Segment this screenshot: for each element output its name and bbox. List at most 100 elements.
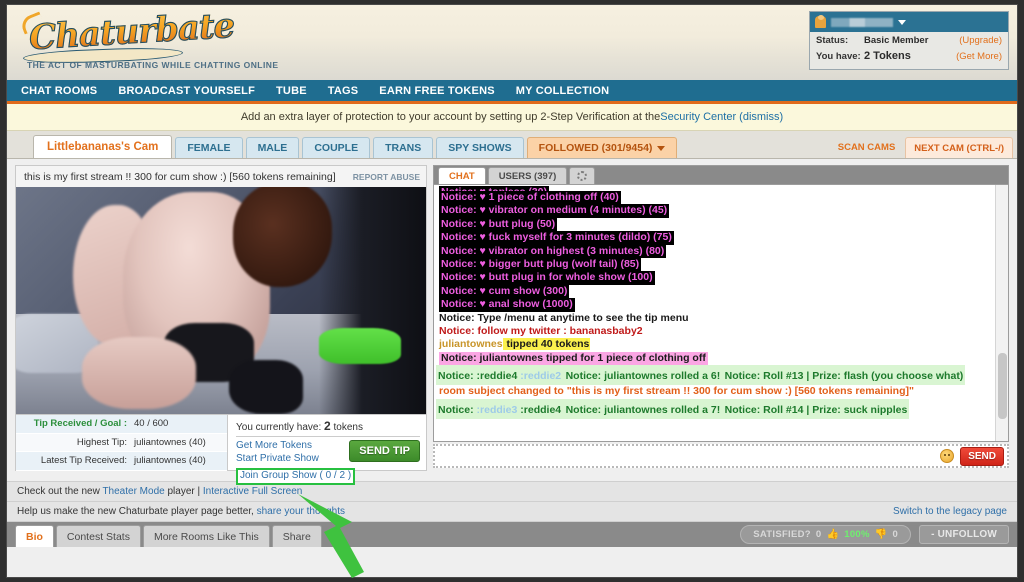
security-banner: Add an extra layer of protection to your… — [7, 104, 1017, 131]
report-abuse-link[interactable]: REPORT ABUSE — [353, 172, 420, 182]
tab-littlebananas-cam[interactable]: Littlebananas's Cam — [33, 135, 173, 158]
thumbs-down-icon[interactable]: 👎 — [875, 529, 888, 540]
tokens-value: 2 Tokens — [864, 50, 911, 62]
list-item: Notice: ♥ butt plug in for whole show (1… — [436, 271, 1008, 285]
banner-text: Add an extra layer of protection to your… — [240, 111, 661, 123]
table-row: Latest Tip Received: juliantownes (40) — [16, 452, 227, 471]
video-dark-right — [319, 187, 426, 414]
tab-bio[interactable]: Bio — [15, 525, 54, 547]
logo-wordmark: Chaturbate — [27, 5, 236, 59]
feedback-text: Help us make the new Chaturbate player p… — [17, 506, 345, 517]
video-hair — [233, 187, 332, 287]
tab-contest-stats[interactable]: Contest Stats — [55, 525, 141, 547]
thumbs-up-icon[interactable]: 👍 — [827, 529, 840, 540]
feedback-strip: Help us make the new Chaturbate player p… — [7, 501, 1017, 521]
tab-trans[interactable]: TRANS — [373, 137, 434, 158]
send-button[interactable]: SEND — [960, 446, 1004, 466]
list-item: Notice: ♥ vibrator on medium (4 minutes)… — [436, 204, 1008, 218]
user-account-header[interactable] — [810, 12, 1008, 32]
get-more-link[interactable]: (Get More) — [956, 51, 1002, 62]
nav-item-chat-rooms[interactable]: CHAT ROOMS — [21, 85, 97, 97]
chat-scrollbar[interactable] — [995, 185, 1008, 441]
list-item: Notice: juliantownes tipped for 1 piece … — [436, 351, 1008, 366]
nav-item-my-collection[interactable]: MY COLLECTION — [516, 85, 609, 97]
list-item: Notice: ♥ anal show (1000) — [436, 298, 1008, 312]
chat-message: Notice: juliantownes tipped for 1 piece … — [439, 351, 708, 366]
chat-messages[interactable]: Notice: ♥ topless (30) Notice: ♥ 1 piece… — [433, 184, 1009, 442]
list-item: Notice: :reddie3 :reddie4 — [438, 403, 562, 418]
screenshot-root: Chaturbate THE ACT OF MASTURBATING WHILE… — [0, 0, 1024, 582]
status-row: Status: Basic Member (Upgrade) — [816, 35, 1002, 50]
gear-icon — [577, 171, 588, 181]
legacy-page-link[interactable]: Switch to the legacy page — [893, 506, 1007, 517]
list-item: Notice: Roll #14 | Prize: suck nipples — [724, 403, 908, 418]
tokens-label: You have: — [816, 51, 861, 62]
tab-couple[interactable]: COUPLE — [302, 137, 371, 158]
send-tip-button[interactable]: SEND TIP — [349, 440, 420, 462]
status-value: Basic Member — [864, 35, 929, 46]
list-item: Notice: ♥ 1 piece of clothing off (40) — [436, 191, 1008, 205]
join-group-show-link[interactable]: Join Group Show ( 0 / 2 ) — [236, 468, 356, 485]
chat-message: Notice: ♥ butt plug in for whole show (1… — [439, 271, 655, 285]
video-player[interactable] — [15, 187, 427, 415]
chat-tip-amount: tipped 40 tokens — [502, 338, 591, 351]
interactive-fullscreen-link[interactable]: Interactive Full Screen — [203, 486, 303, 497]
tab-male[interactable]: MALE — [245, 137, 300, 158]
token-balance-line: You currently have: 2 tokens — [236, 419, 420, 437]
tab-users[interactable]: USERS (397) — [487, 167, 568, 184]
list-item: room subject changed to "this is my firs… — [439, 385, 914, 398]
tab-share[interactable]: Share — [271, 525, 322, 547]
tip-goal-label: Tip Received / Goal : — [33, 418, 127, 430]
chat-settings-tab[interactable] — [569, 167, 596, 184]
chat-scrollbar-thumb[interactable] — [998, 353, 1007, 419]
theater-mode-text: Check out the new Theater Mode player | … — [17, 486, 302, 497]
list-item: Notice: ♥ fuck myself for 3 minutes (dil… — [436, 231, 1008, 245]
site-tagline: THE ACT OF MASTURBATING WHILE CHATTING O… — [27, 60, 279, 70]
nav-item-earn-free-tokens[interactable]: EARN FREE TOKENS — [379, 85, 494, 97]
tab-more-rooms-like-this[interactable]: More Rooms Like This — [142, 525, 270, 547]
next-cam-button[interactable]: NEXT CAM (CTRL-/) — [905, 137, 1013, 158]
scan-cams-button[interactable]: SCAN CAMS — [838, 142, 906, 158]
latest-tip-label: Latest Tip Received: — [40, 455, 127, 467]
chat-tab-strip: CHAT USERS (397) — [433, 165, 1009, 184]
tab-followed[interactable]: FOLLOWED (301/9454) — [526, 137, 678, 158]
chat-message: Notice: ♥ 1 piece of clothing off (40) — [439, 191, 621, 205]
nav-item-tags[interactable]: TAGS — [328, 85, 359, 97]
chat-message: Notice: ♥ cum show (300) — [439, 284, 570, 299]
latest-tip-value: juliantownes (40) — [134, 455, 206, 467]
chat-message: Notice: — [438, 403, 477, 416]
list-item: Notice: ♥ bigger butt plug (wolf tail) (… — [436, 258, 1008, 272]
player-column: this is my first stream !! 300 for cum s… — [15, 165, 427, 485]
nav-item-broadcast-yourself[interactable]: BROADCAST YOURSELF — [118, 85, 255, 97]
nav-item-tube[interactable]: TUBE — [276, 85, 307, 97]
highest-tip-label: Highest Tip: — [76, 436, 127, 448]
list-item: Notice: Type /menu at anytime to see the… — [439, 311, 689, 324]
security-center-link[interactable]: Security Center — [660, 111, 736, 123]
thumbs-up-count: 0 — [815, 529, 822, 540]
tip-stats: Tip Received / Goal : 40 / 600 Highest T… — [16, 415, 228, 471]
share-thoughts-link[interactable]: share your thoughts — [257, 506, 345, 517]
table-row: Tip Received / Goal : 40 / 600 — [16, 415, 227, 434]
banner-dismiss-link[interactable]: (dismiss) — [739, 111, 783, 123]
satisfaction-percent: 100% — [844, 529, 870, 540]
tab-chat[interactable]: CHAT — [438, 167, 486, 184]
chat-roll-group: Notice: :reddie4 :reddie2 Notice: julian… — [436, 365, 966, 386]
tip-panel: Tip Received / Goal : 40 / 600 Highest T… — [15, 415, 427, 485]
highest-tip-value: juliantownes (40) — [134, 436, 206, 448]
token-balance-suffix: tokens — [330, 422, 363, 433]
tab-followed-label: FOLLOWED (301/9454) — [538, 142, 653, 154]
list-item: Notice: juliantownes rolled a 7! — [565, 403, 721, 418]
upgrade-link[interactable]: (Upgrade) — [959, 35, 1002, 46]
tab-female[interactable]: FEMALE — [175, 137, 243, 158]
theater-mode-link[interactable]: Theater Mode — [102, 486, 164, 497]
chat-message: Notice: ♥ fuck myself for 3 minutes (dil… — [439, 231, 674, 245]
list-item: juliantownes tipped 40 tokens — [436, 338, 1008, 351]
unfollow-button[interactable]: - UNFOLLOW — [919, 525, 1009, 544]
smiley-icon[interactable] — [940, 449, 955, 463]
tab-spy-shows[interactable]: SPY SHOWS — [436, 137, 524, 158]
chat-message: Notice: ♥ butt plug (50) — [439, 217, 558, 232]
satisfied-label: SATISFIED? — [753, 529, 811, 540]
chat-input[interactable] — [441, 450, 941, 462]
chevron-down-icon[interactable] — [898, 19, 906, 25]
chat-tipper-name: juliantownes — [439, 338, 503, 351]
